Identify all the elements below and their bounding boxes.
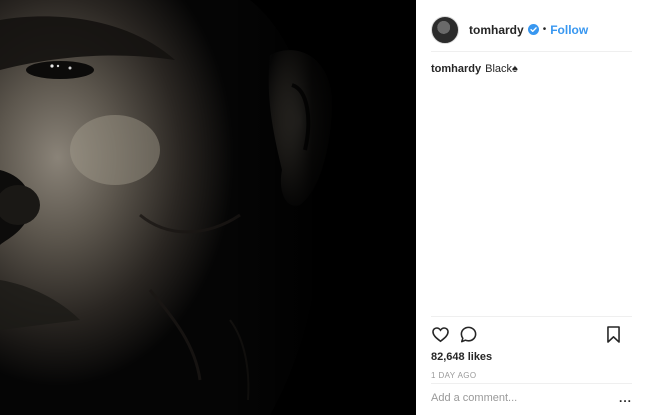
post-photo[interactable]: [0, 0, 416, 415]
separator-dot: •: [542, 24, 547, 35]
post-actions-section: 82,648 likes 1 DAY AGO: [431, 316, 632, 380]
bookmark-icon[interactable]: [604, 325, 624, 345]
follow-button[interactable]: Follow: [550, 23, 588, 37]
post-header: tomhardy • Follow: [431, 8, 632, 52]
likes-count[interactable]: 82,648 likes: [431, 351, 632, 363]
more-options-icon[interactable]: ...: [619, 391, 632, 405]
action-bar: [431, 320, 632, 350]
post-caption: tomhardy Black♠: [431, 62, 632, 76]
caption-text: Black♠: [485, 63, 518, 75]
header-username[interactable]: tomhardy: [469, 23, 524, 37]
comment-input[interactable]: [431, 391, 601, 404]
comment-icon[interactable]: [459, 325, 479, 345]
post-timestamp[interactable]: 1 DAY AGO: [431, 371, 632, 380]
post-sidebar: tomhardy • Follow tomhardy Black♠ 82,648…: [416, 0, 648, 415]
portrait-photo: [0, 0, 416, 415]
verified-badge-icon: [527, 24, 539, 35]
heart-icon[interactable]: [431, 325, 451, 345]
avatar[interactable]: [431, 15, 459, 44]
comment-bar: ...: [431, 383, 632, 411]
caption-username[interactable]: tomhardy: [431, 63, 481, 75]
